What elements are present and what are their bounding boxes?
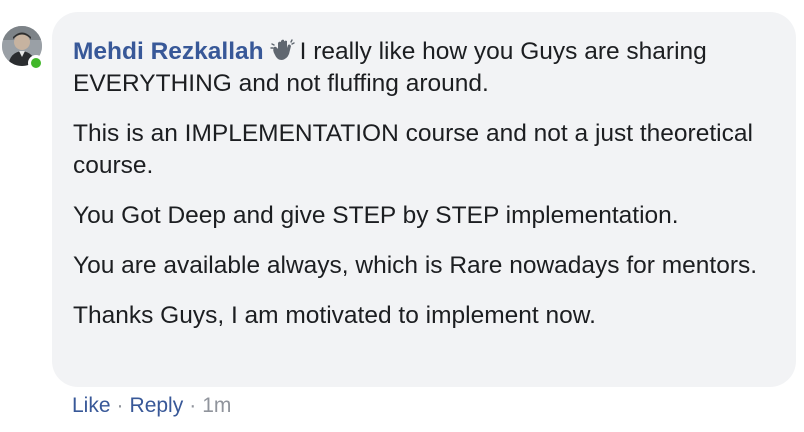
comment-paragraph-2: This is an IMPLEMENTATION course and not… [73, 120, 753, 179]
separator-dot: · [189, 394, 197, 417]
waving-hand-icon[interactable] [269, 38, 296, 62]
comment-paragraph-4: You are available always, which is Rare … [73, 252, 758, 279]
reply-link[interactable]: Reply [130, 394, 184, 417]
avatar-container[interactable] [2, 26, 44, 74]
online-status-indicator [28, 55, 44, 71]
comment-actions: Like · Reply · 1m [72, 391, 231, 421]
comment-bubble: Mehdi Rezkallah I really like how you Guy… [52, 12, 796, 387]
like-link[interactable]: Like [72, 394, 111, 417]
separator-dot: · [116, 394, 124, 417]
comment-paragraph-5: Thanks Guys, I am motivated to implement… [73, 302, 596, 329]
comment-paragraph-3: You Got Deep and give STEP by STEP imple… [73, 202, 679, 229]
comment-paragraph-1: Mehdi Rezkallah I really like how you Guy… [73, 36, 776, 100]
comment-timestamp[interactable]: 1m [202, 394, 231, 417]
author-name-link[interactable]: Mehdi Rezkallah [73, 38, 264, 65]
